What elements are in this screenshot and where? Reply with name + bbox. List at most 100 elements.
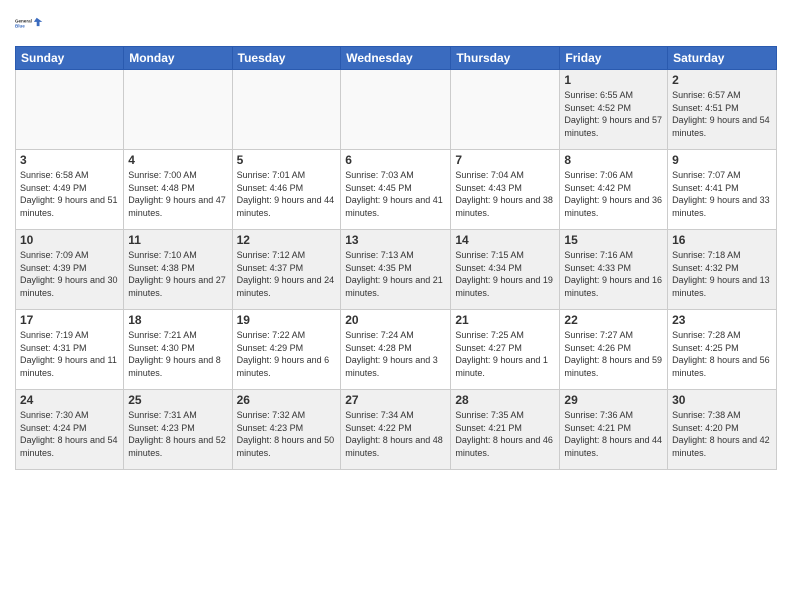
day-number: 7 bbox=[455, 153, 555, 167]
day-header: Tuesday bbox=[232, 47, 341, 70]
day-number: 14 bbox=[455, 233, 555, 247]
day-info: Sunrise: 7:19 AM Sunset: 4:31 PM Dayligh… bbox=[20, 329, 119, 379]
day-header: Friday bbox=[560, 47, 668, 70]
day-number: 28 bbox=[455, 393, 555, 407]
day-info: Sunrise: 7:18 AM Sunset: 4:32 PM Dayligh… bbox=[672, 249, 772, 299]
day-number: 1 bbox=[564, 73, 663, 87]
calendar-cell bbox=[232, 70, 341, 150]
calendar-cell: 12 Sunrise: 7:12 AM Sunset: 4:37 PM Dayli… bbox=[232, 230, 341, 310]
header: GeneralBlue bbox=[15, 10, 777, 38]
day-info: Sunrise: 7:09 AM Sunset: 4:39 PM Dayligh… bbox=[20, 249, 119, 299]
day-info: Sunrise: 7:35 AM Sunset: 4:21 PM Dayligh… bbox=[455, 409, 555, 459]
calendar-cell: 2 Sunrise: 6:57 AM Sunset: 4:51 PM Daylig… bbox=[668, 70, 777, 150]
calendar-cell: 7 Sunrise: 7:04 AM Sunset: 4:43 PM Daylig… bbox=[451, 150, 560, 230]
calendar-cell: 18 Sunrise: 7:21 AM Sunset: 4:30 PM Dayli… bbox=[124, 310, 232, 390]
day-info: Sunrise: 7:13 AM Sunset: 4:35 PM Dayligh… bbox=[345, 249, 446, 299]
calendar-cell bbox=[16, 70, 124, 150]
day-info: Sunrise: 7:21 AM Sunset: 4:30 PM Dayligh… bbox=[128, 329, 227, 379]
calendar-cell: 6Sunrise: 7:03 AM Sunset: 4:45 PM Daylig… bbox=[341, 150, 451, 230]
calendar-cell: 23 Sunrise: 7:28 AM Sunset: 4:25 PM Dayli… bbox=[668, 310, 777, 390]
calendar-week-row: 1Sunrise: 6:55 AM Sunset: 4:52 PM Daylig… bbox=[16, 70, 777, 150]
calendar-header-row: SundayMondayTuesdayWednesdayThursdayFrid… bbox=[16, 47, 777, 70]
day-info: Sunrise: 7:07 AM Sunset: 4:41 PM Dayligh… bbox=[672, 169, 772, 219]
day-header: Wednesday bbox=[341, 47, 451, 70]
logo: GeneralBlue bbox=[15, 10, 43, 38]
logo-icon: GeneralBlue bbox=[15, 10, 43, 38]
day-number: 24 bbox=[20, 393, 119, 407]
day-info: Sunrise: 7:16 AM Sunset: 4:33 PM Dayligh… bbox=[564, 249, 663, 299]
day-number: 8 bbox=[564, 153, 663, 167]
day-number: 4 bbox=[128, 153, 227, 167]
day-header: Saturday bbox=[668, 47, 777, 70]
calendar-cell: 25 Sunrise: 7:31 AM Sunset: 4:23 PM Dayli… bbox=[124, 390, 232, 470]
day-info: Sunrise: 6:57 AM Sunset: 4:51 PM Dayligh… bbox=[672, 89, 772, 139]
calendar-cell: 21Sunrise: 7:25 AM Sunset: 4:27 PM Dayli… bbox=[451, 310, 560, 390]
day-number: 18 bbox=[128, 313, 227, 327]
day-header: Sunday bbox=[16, 47, 124, 70]
day-info: Sunrise: 7:30 AM Sunset: 4:24 PM Dayligh… bbox=[20, 409, 119, 459]
calendar-cell: 13Sunrise: 7:13 AM Sunset: 4:35 PM Dayli… bbox=[341, 230, 451, 310]
day-info: Sunrise: 7:10 AM Sunset: 4:38 PM Dayligh… bbox=[128, 249, 227, 299]
day-number: 27 bbox=[345, 393, 446, 407]
calendar-cell: 22 Sunrise: 7:27 AM Sunset: 4:26 PM Dayli… bbox=[560, 310, 668, 390]
day-number: 16 bbox=[672, 233, 772, 247]
day-info: Sunrise: 7:31 AM Sunset: 4:23 PM Dayligh… bbox=[128, 409, 227, 459]
day-number: 12 bbox=[237, 233, 337, 247]
calendar-cell: 26 Sunrise: 7:32 AM Sunset: 4:23 PM Dayli… bbox=[232, 390, 341, 470]
day-number: 10 bbox=[20, 233, 119, 247]
calendar-cell bbox=[124, 70, 232, 150]
calendar-week-row: 10 Sunrise: 7:09 AM Sunset: 4:39 PM Dayli… bbox=[16, 230, 777, 310]
calendar-cell: 8 Sunrise: 7:06 AM Sunset: 4:42 PM Daylig… bbox=[560, 150, 668, 230]
calendar-cell: 19 Sunrise: 7:22 AM Sunset: 4:29 PM Dayli… bbox=[232, 310, 341, 390]
calendar-cell: 3Sunrise: 6:58 AM Sunset: 4:49 PM Daylig… bbox=[16, 150, 124, 230]
day-info: Sunrise: 7:01 AM Sunset: 4:46 PM Dayligh… bbox=[237, 169, 337, 219]
calendar-cell: 17 Sunrise: 7:19 AM Sunset: 4:31 PM Dayli… bbox=[16, 310, 124, 390]
day-info: Sunrise: 7:06 AM Sunset: 4:42 PM Dayligh… bbox=[564, 169, 663, 219]
calendar-cell: 27Sunrise: 7:34 AM Sunset: 4:22 PM Dayli… bbox=[341, 390, 451, 470]
day-number: 19 bbox=[237, 313, 337, 327]
calendar-week-row: 17 Sunrise: 7:19 AM Sunset: 4:31 PM Dayli… bbox=[16, 310, 777, 390]
calendar-cell: 9 Sunrise: 7:07 AM Sunset: 4:41 PM Daylig… bbox=[668, 150, 777, 230]
calendar-cell: 24 Sunrise: 7:30 AM Sunset: 4:24 PM Dayli… bbox=[16, 390, 124, 470]
day-number: 21 bbox=[455, 313, 555, 327]
day-info: Sunrise: 7:12 AM Sunset: 4:37 PM Dayligh… bbox=[237, 249, 337, 299]
day-number: 2 bbox=[672, 73, 772, 87]
svg-text:General: General bbox=[15, 19, 32, 24]
svg-text:Blue: Blue bbox=[15, 24, 25, 29]
calendar-cell bbox=[451, 70, 560, 150]
day-info: Sunrise: 7:22 AM Sunset: 4:29 PM Dayligh… bbox=[237, 329, 337, 379]
calendar-week-row: 3Sunrise: 6:58 AM Sunset: 4:49 PM Daylig… bbox=[16, 150, 777, 230]
day-number: 22 bbox=[564, 313, 663, 327]
day-info: Sunrise: 7:27 AM Sunset: 4:26 PM Dayligh… bbox=[564, 329, 663, 379]
day-number: 11 bbox=[128, 233, 227, 247]
calendar-cell: 4Sunrise: 7:00 AM Sunset: 4:48 PM Daylig… bbox=[124, 150, 232, 230]
day-info: Sunrise: 7:32 AM Sunset: 4:23 PM Dayligh… bbox=[237, 409, 337, 459]
calendar-cell: 29Sunrise: 7:36 AM Sunset: 4:21 PM Dayli… bbox=[560, 390, 668, 470]
day-header: Monday bbox=[124, 47, 232, 70]
calendar-cell: 16 Sunrise: 7:18 AM Sunset: 4:32 PM Dayli… bbox=[668, 230, 777, 310]
day-number: 23 bbox=[672, 313, 772, 327]
day-number: 3 bbox=[20, 153, 119, 167]
day-info: Sunrise: 7:04 AM Sunset: 4:43 PM Dayligh… bbox=[455, 169, 555, 219]
day-info: Sunrise: 7:38 AM Sunset: 4:20 PM Dayligh… bbox=[672, 409, 772, 459]
day-number: 20 bbox=[345, 313, 446, 327]
day-info: Sunrise: 7:24 AM Sunset: 4:28 PM Dayligh… bbox=[345, 329, 446, 379]
calendar-week-row: 24 Sunrise: 7:30 AM Sunset: 4:24 PM Dayli… bbox=[16, 390, 777, 470]
day-info: Sunrise: 7:36 AM Sunset: 4:21 PM Dayligh… bbox=[564, 409, 663, 459]
day-number: 9 bbox=[672, 153, 772, 167]
day-number: 15 bbox=[564, 233, 663, 247]
calendar-cell bbox=[341, 70, 451, 150]
calendar-cell: 28 Sunrise: 7:35 AM Sunset: 4:21 PM Dayli… bbox=[451, 390, 560, 470]
day-number: 5 bbox=[237, 153, 337, 167]
calendar-page: GeneralBlue SundayMondayTuesdayWednesday… bbox=[0, 0, 792, 612]
calendar-cell: 30Sunrise: 7:38 AM Sunset: 4:20 PM Dayli… bbox=[668, 390, 777, 470]
day-header: Thursday bbox=[451, 47, 560, 70]
calendar-cell: 14Sunrise: 7:15 AM Sunset: 4:34 PM Dayli… bbox=[451, 230, 560, 310]
day-info: Sunrise: 7:03 AM Sunset: 4:45 PM Dayligh… bbox=[345, 169, 446, 219]
calendar-cell: 11 Sunrise: 7:10 AM Sunset: 4:38 PM Dayli… bbox=[124, 230, 232, 310]
calendar-cell: 10 Sunrise: 7:09 AM Sunset: 4:39 PM Dayli… bbox=[16, 230, 124, 310]
day-number: 25 bbox=[128, 393, 227, 407]
day-info: Sunrise: 7:28 AM Sunset: 4:25 PM Dayligh… bbox=[672, 329, 772, 379]
day-number: 17 bbox=[20, 313, 119, 327]
day-number: 26 bbox=[237, 393, 337, 407]
